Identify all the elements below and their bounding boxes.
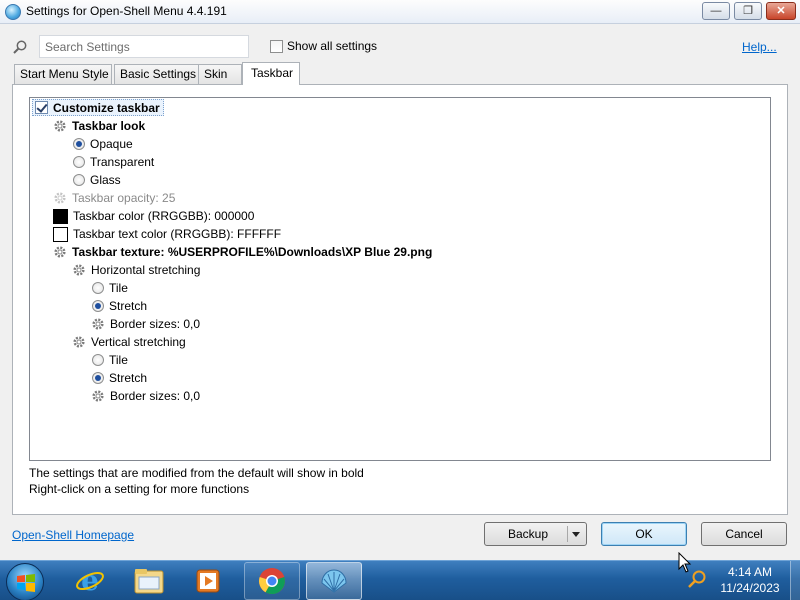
gear-icon bbox=[54, 120, 66, 132]
taskbar-look-item[interactable]: Taskbar look bbox=[53, 117, 145, 135]
media-player-icon bbox=[196, 569, 220, 593]
internet-explorer-icon: e bbox=[76, 566, 104, 596]
svg-text:e: e bbox=[81, 566, 99, 596]
show-all-settings-toggle[interactable]: Show all settings bbox=[270, 39, 377, 53]
horizontal-stretch-radio[interactable] bbox=[92, 300, 104, 312]
taskbar-color-swatch bbox=[53, 208, 68, 224]
tab-start-menu-style[interactable]: Start Menu Style bbox=[14, 64, 112, 84]
show-desktop-button[interactable] bbox=[790, 561, 800, 600]
maximize-button[interactable]: ❐ bbox=[734, 2, 762, 20]
taskbar-color-label: Taskbar color (RRGGBB): 000000 bbox=[73, 209, 255, 223]
show-all-settings-label: Show all settings bbox=[287, 39, 378, 53]
backup-button-label: Backup bbox=[508, 527, 549, 541]
vertical-border-sizes-label: Border sizes: 0,0 bbox=[110, 389, 201, 403]
mouse-cursor-icon bbox=[678, 552, 692, 573]
clock-time: 4:14 AM bbox=[727, 565, 773, 579]
vertical-tile-radio[interactable] bbox=[92, 354, 104, 366]
tab-basic-settings[interactable]: Basic Settings bbox=[114, 64, 210, 84]
option-opaque[interactable]: Opaque bbox=[73, 135, 133, 153]
transparent-label: Transparent bbox=[90, 155, 155, 169]
homepage-link[interactable]: Open-Shell Homepage bbox=[12, 528, 134, 542]
customize-taskbar-checkbox[interactable] bbox=[35, 101, 48, 114]
opaque-label: Opaque bbox=[90, 137, 133, 151]
taskbar-opacity-item[interactable]: Taskbar opacity: 25 bbox=[53, 189, 175, 207]
backup-split-divider bbox=[567, 526, 568, 542]
taskbar-text-color-swatch bbox=[53, 226, 68, 242]
window-title: Settings for Open-Shell Menu 4.4.191 bbox=[26, 4, 227, 18]
show-all-settings-checkbox[interactable] bbox=[270, 39, 283, 53]
gear-icon bbox=[73, 336, 85, 348]
horizontal-stretching-label: Horizontal stretching bbox=[91, 263, 201, 277]
taskbar-texture-item[interactable]: Taskbar texture: %USERPROFILE%\Downloads… bbox=[53, 243, 432, 261]
minimize-button[interactable]: — bbox=[702, 2, 730, 20]
windows-logo-icon bbox=[17, 574, 35, 592]
vertical-border-sizes-item[interactable]: Border sizes: 0,0 bbox=[91, 387, 200, 405]
note-bold-modified: The settings that are modified from the … bbox=[29, 466, 364, 480]
chevron-down-icon[interactable] bbox=[572, 532, 580, 537]
gear-icon bbox=[92, 390, 104, 402]
chrome-icon bbox=[259, 568, 285, 595]
taskbar-color-item[interactable]: Taskbar color (RRGGBB): 000000 bbox=[53, 207, 254, 225]
tab-skin[interactable]: Skin bbox=[198, 64, 242, 84]
taskbar-opacity-label: Taskbar opacity: 25 bbox=[72, 191, 176, 205]
horizontal-stretching-item[interactable]: Horizontal stretching bbox=[72, 261, 200, 279]
vertical-option-stretch[interactable]: Stretch bbox=[92, 369, 147, 387]
gear-icon bbox=[54, 192, 66, 204]
search-input[interactable] bbox=[40, 36, 248, 57]
customize-taskbar-label: Customize taskbar bbox=[53, 100, 160, 115]
opaque-radio[interactable] bbox=[73, 138, 85, 150]
system-clock[interactable]: 4:14 AM 11/24/2023 bbox=[714, 564, 786, 596]
ok-button[interactable]: OK bbox=[601, 522, 687, 546]
option-transparent[interactable]: Transparent bbox=[73, 153, 154, 171]
search-icon bbox=[13, 40, 27, 54]
file-explorer-icon bbox=[134, 569, 164, 594]
close-button[interactable]: ✕ bbox=[766, 2, 796, 20]
settings-tree[interactable]: Customize taskbar Taskbar look Opaque Tr… bbox=[29, 97, 771, 461]
horizontal-stretch-label: Stretch bbox=[109, 299, 148, 313]
taskbar-media-player[interactable] bbox=[180, 562, 236, 600]
vertical-stretching-item[interactable]: Vertical stretching bbox=[72, 333, 186, 351]
customize-taskbar-item[interactable]: Customize taskbar bbox=[32, 99, 164, 116]
note-right-click: Right-click on a setting for more functi… bbox=[29, 482, 250, 496]
taskbar-open-shell[interactable] bbox=[306, 562, 362, 600]
taskbar-text-color-item[interactable]: Taskbar text color (RRGGBB): FFFFFF bbox=[53, 225, 281, 243]
taskbar-internet-explorer[interactable]: e bbox=[62, 562, 118, 600]
horizontal-option-stretch[interactable]: Stretch bbox=[92, 297, 147, 315]
gear-icon bbox=[54, 246, 66, 258]
open-shell-app-icon bbox=[5, 4, 21, 20]
glass-radio[interactable] bbox=[73, 174, 85, 186]
horizontal-option-tile[interactable]: Tile bbox=[92, 279, 128, 297]
start-button[interactable] bbox=[6, 563, 44, 600]
horizontal-tile-label: Tile bbox=[109, 281, 128, 295]
taskbar-chrome[interactable] bbox=[244, 562, 300, 600]
cancel-button[interactable]: Cancel bbox=[701, 522, 787, 546]
vertical-tile-label: Tile bbox=[109, 353, 128, 367]
option-glass[interactable]: Glass bbox=[73, 171, 121, 189]
open-shell-icon bbox=[321, 569, 347, 593]
taskbar-texture-label: Taskbar texture: %USERPROFILE%\Downloads… bbox=[72, 245, 433, 259]
vertical-stretching-label: Vertical stretching bbox=[91, 335, 186, 349]
taskbar-file-explorer[interactable] bbox=[121, 562, 177, 600]
vertical-stretch-label: Stretch bbox=[109, 371, 148, 385]
search-field[interactable] bbox=[39, 35, 249, 58]
clock-date: 11/24/2023 bbox=[720, 581, 780, 595]
help-link[interactable]: Help... bbox=[742, 40, 777, 54]
gear-icon bbox=[92, 318, 104, 330]
horizontal-border-sizes-item[interactable]: Border sizes: 0,0 bbox=[91, 315, 200, 333]
vertical-option-tile[interactable]: Tile bbox=[92, 351, 128, 369]
taskbar-look-label: Taskbar look bbox=[72, 119, 146, 133]
gear-icon bbox=[73, 264, 85, 276]
taskbar-text-color-label: Taskbar text color (RRGGBB): FFFFFF bbox=[73, 227, 282, 241]
glass-label: Glass bbox=[90, 173, 121, 187]
title-bar: Settings for Open-Shell Menu 4.4.191 — ❐… bbox=[0, 0, 800, 24]
tab-taskbar[interactable]: Taskbar bbox=[242, 62, 300, 85]
tab-panel-taskbar: Customize taskbar Taskbar look Opaque Tr… bbox=[12, 84, 788, 515]
backup-button[interactable]: Backup bbox=[484, 522, 587, 546]
transparent-radio[interactable] bbox=[73, 156, 85, 168]
horizontal-tile-radio[interactable] bbox=[92, 282, 104, 294]
vertical-stretch-radio[interactable] bbox=[92, 372, 104, 384]
horizontal-border-sizes-label: Border sizes: 0,0 bbox=[110, 317, 201, 331]
